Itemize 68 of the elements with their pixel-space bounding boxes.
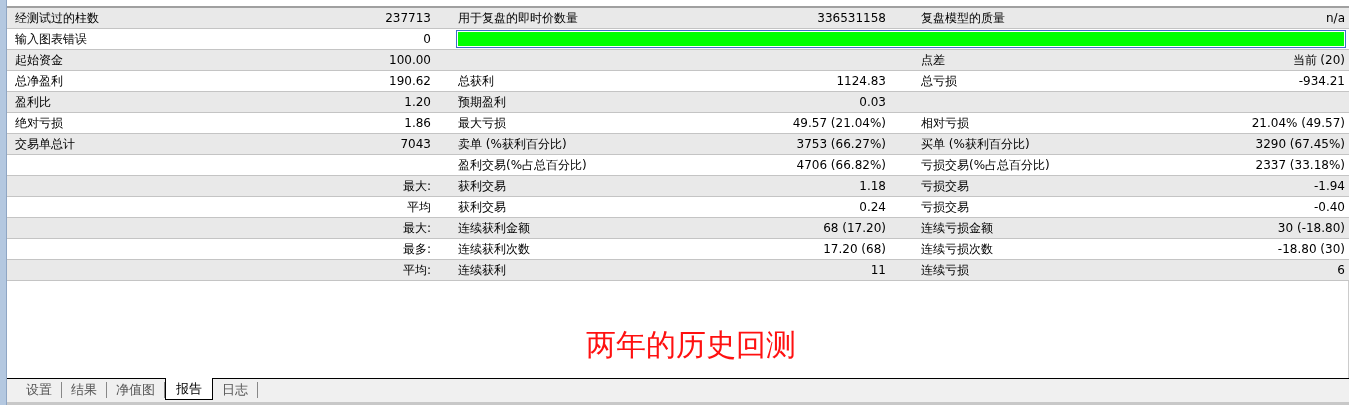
stat-value: 最大: [402, 177, 431, 195]
stat-value: 最多: [402, 240, 431, 258]
stat-value: 0.24 [859, 200, 886, 214]
stat-label: 输入图表错误 [15, 30, 87, 48]
stat-label: 亏损交易 [921, 177, 969, 195]
stat-value: 3290 (67.45%) [1255, 137, 1345, 151]
stat-label: 获利交易 [458, 198, 506, 216]
stat-value: 100.00 [389, 53, 431, 67]
stat-label: 相对亏损 [921, 114, 969, 132]
stat-value: 平均 [407, 198, 431, 216]
stat-label: 最大亏损 [458, 114, 506, 132]
stat-value: 237713 [385, 11, 431, 25]
stat-label: 连续亏损金额 [921, 219, 993, 237]
stat-label: 交易单总计 [15, 135, 75, 153]
stat-value: 190.62 [389, 74, 431, 88]
stat-value: 1.20 [404, 95, 431, 109]
stat-value: 当前 (20) [1292, 51, 1345, 69]
stat-label: 连续获利 [458, 261, 506, 279]
stat-label: 起始资金 [15, 51, 63, 69]
stat-value: 2337 (33.18%) [1255, 158, 1345, 172]
stat-value: 0 [423, 32, 431, 46]
stat-value: 1.18 [859, 179, 886, 193]
annotation-caption: 两年的历史回测 [585, 326, 796, 364]
stat-label: 买单 (%获利百分比) [921, 135, 1030, 153]
stat-label: 总获利 [458, 72, 494, 90]
stat-label: 盈利比 [15, 93, 51, 111]
stat-value: 0.03 [859, 95, 886, 109]
stat-label: 复盘模型的质量 [921, 9, 1005, 27]
stat-label: 总亏损 [921, 72, 957, 90]
stat-value: 11 [870, 263, 886, 277]
stat-label: 亏损交易(%占总百分比) [921, 156, 1050, 174]
stat-value: 68 (17.20) [823, 221, 886, 235]
stat-label: 经测试过的柱数 [15, 9, 99, 27]
stat-value: -934.21 [1298, 74, 1345, 88]
stat-value: 6 [1337, 263, 1345, 277]
stat-value: 17.20 (68) [823, 242, 886, 256]
stat-value: 4706 (66.82%) [796, 158, 886, 172]
stat-value: 最大: [402, 219, 431, 237]
stat-label: 总净盈利 [15, 72, 63, 90]
stat-value: 30 (-18.80) [1277, 221, 1345, 235]
stat-label: 亏损交易 [921, 198, 969, 216]
tab[interactable]: 日志 [213, 382, 258, 398]
stat-value: 49.57 (21.04%) [792, 116, 886, 130]
stat-value: -1.94 [1313, 179, 1345, 193]
stat-label: 卖单 (%获利百分比) [458, 135, 567, 153]
stat-value: n/a [1326, 11, 1345, 25]
tab[interactable]: 报告 [165, 378, 213, 400]
stat-label: 连续亏损 [921, 261, 969, 279]
stat-label: 绝对亏损 [15, 114, 63, 132]
stat-label: 盈利交易(%占总百分比) [458, 156, 587, 174]
stat-value: -18.80 (30) [1277, 242, 1345, 256]
stat-label: 预期盈利 [458, 93, 506, 111]
stat-label: 连续获利次数 [458, 240, 530, 258]
stat-value: 平均: [402, 261, 431, 279]
stat-value: 1.86 [404, 116, 431, 130]
stat-label: 获利交易 [458, 177, 506, 195]
tab[interactable]: 设置 [17, 382, 62, 398]
stat-label: 连续获利金额 [458, 219, 530, 237]
stat-label: 点差 [921, 51, 945, 69]
stat-value: 1124.83 [836, 74, 886, 88]
tab[interactable]: 结果 [62, 382, 107, 398]
stat-value: 7043 [400, 137, 431, 151]
stat-value: 336531158 [817, 11, 886, 25]
stat-label: 用于复盘的即时价数量 [458, 9, 578, 27]
stat-value: -0.40 [1313, 200, 1345, 214]
stat-label: 连续亏损次数 [921, 240, 993, 258]
stat-value: 3753 (66.27%) [796, 137, 886, 151]
stat-value: 21.04% (49.57) [1251, 116, 1345, 130]
